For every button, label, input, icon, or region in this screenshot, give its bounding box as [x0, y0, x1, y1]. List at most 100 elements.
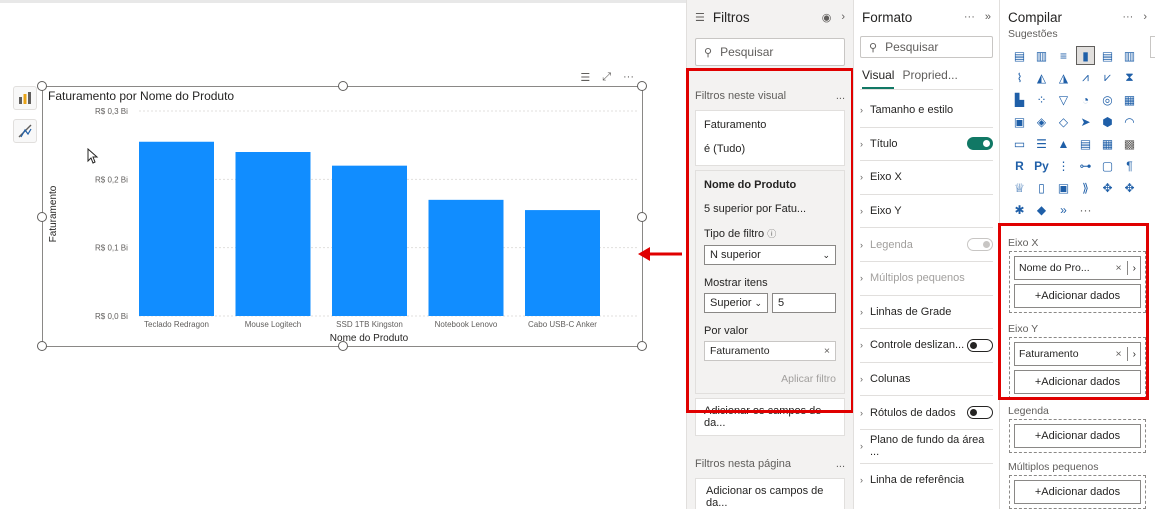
chevron-right-icon[interactable]: › — [1133, 263, 1136, 274]
gauge-icon[interactable]: ◠ — [1120, 112, 1139, 131]
stacked-bar-icon[interactable]: ▤ — [1010, 46, 1029, 65]
by-value-field-well[interactable]: Faturamento × — [704, 341, 836, 361]
apply-filter-button[interactable]: Aplicar filtro — [704, 373, 836, 385]
donut-chart-icon[interactable]: ◎ — [1098, 90, 1117, 109]
analytics-icon[interactable] — [13, 119, 37, 143]
waterfall-icon[interactable]: ▙ — [1010, 90, 1029, 109]
focus-mode-icon[interactable]: ⤢ — [602, 71, 611, 84]
eye-icon[interactable]: ◉ — [822, 11, 832, 24]
more-options-icon[interactable]: ··· — [964, 11, 975, 23]
filter-icon[interactable]: ☰ — [580, 71, 590, 84]
line-clustered-icon[interactable]: ⩗ — [1098, 68, 1117, 87]
add-data-small-multiples-button[interactable]: +Adicionar dados — [1014, 480, 1141, 504]
slicer-icon[interactable]: ▤ — [1076, 134, 1095, 153]
filter-card-faturamento[interactable]: Faturamento é (Tudo) — [695, 110, 845, 166]
treemap-icon[interactable]: ▦ — [1120, 90, 1139, 109]
multi-card-icon[interactable]: ☰ — [1032, 134, 1051, 153]
format-section-reference-line[interactable]: › Linha de referência — [860, 464, 993, 498]
azure-map-icon[interactable]: ➤ — [1076, 112, 1095, 131]
format-section-data-labels[interactable]: › Rótulos de dados — [860, 396, 993, 430]
another-visual-icon[interactable]: ✥ — [1120, 178, 1139, 197]
remove-icon[interactable]: × — [824, 345, 830, 357]
trophy-icon[interactable]: ♕ — [1010, 178, 1029, 197]
arcgis-icon[interactable]: ⬢ — [1098, 112, 1117, 131]
key-influencers-icon[interactable]: ⋮ — [1054, 156, 1073, 175]
x-axis-field[interactable]: Nome do Pro... × › — [1014, 256, 1141, 280]
tab-visual[interactable]: Visual — [862, 68, 895, 89]
scatter-icon[interactable]: ⁘ — [1032, 90, 1051, 109]
diamond-icon[interactable]: ◆ — [1032, 200, 1051, 219]
card-icon[interactable]: ▭ — [1010, 134, 1029, 153]
show-items-direction-dropdown[interactable]: Superior ⌄ — [704, 293, 768, 313]
format-section-size-style[interactable]: › Tamanho e estilo — [860, 94, 993, 128]
pie-chart-icon[interactable]: ◔ — [1076, 90, 1095, 109]
filled-map-icon[interactable]: ◈ — [1032, 112, 1051, 131]
r-visual-icon[interactable]: R — [1010, 156, 1029, 175]
chevron-right-icon[interactable]: › — [1133, 349, 1136, 360]
data-labels-toggle[interactable] — [967, 406, 993, 420]
filter-type-dropdown[interactable]: N superior ⌄ — [704, 245, 836, 265]
filter-card-nome-produto[interactable]: Nome do Produto 5 superior por Fatu... T… — [695, 170, 845, 394]
kpi-icon[interactable]: ▲ — [1054, 134, 1073, 153]
100-column-icon[interactable]: ▥ — [1120, 46, 1139, 65]
format-section-columns[interactable]: › Colunas — [860, 363, 993, 397]
slider-toggle[interactable] — [967, 338, 993, 352]
legend-toggle[interactable] — [967, 238, 993, 252]
ribbon-chart-icon[interactable]: ⧗ — [1120, 68, 1139, 87]
stacked-area-icon[interactable]: ◮ — [1054, 68, 1073, 87]
resize-handle-bottom[interactable] — [338, 341, 348, 351]
smart-narrative-icon[interactable]: ¶ — [1120, 156, 1139, 175]
shape-map-icon[interactable]: ◇ — [1054, 112, 1073, 131]
format-section-plot-background[interactable]: › Plano de fundo da área ... — [860, 430, 993, 464]
format-search-input[interactable]: ⚲ Pesquisar — [860, 36, 993, 58]
format-section-gridlines[interactable]: › Linhas de Grade — [860, 296, 993, 330]
chevron-icon[interactable]: » — [1054, 200, 1073, 219]
resize-handle-top[interactable] — [338, 81, 348, 91]
format-section-y-axis[interactable]: › Eixo Y — [860, 195, 993, 229]
clustered-bar-icon[interactable]: ≡ — [1054, 46, 1073, 65]
more-options-icon[interactable]: ··· — [1122, 11, 1133, 23]
resize-handle-right[interactable] — [637, 212, 647, 222]
decomposition-tree-icon[interactable]: ⊶ — [1076, 156, 1095, 175]
filters-search-input[interactable]: ⚲ Pesquisar — [695, 38, 845, 66]
100-bar-icon[interactable]: ▤ — [1098, 46, 1117, 65]
resize-handle-tl[interactable] — [37, 81, 47, 91]
stacked-column-icon[interactable]: ▥ — [1032, 46, 1051, 65]
resize-handle-bl[interactable] — [37, 341, 47, 351]
remove-icon[interactable]: × — [1116, 262, 1122, 274]
line-column-icon[interactable]: ⩘ — [1076, 68, 1095, 87]
power-automate-icon[interactable]: ⟫ — [1076, 178, 1095, 197]
remove-icon[interactable]: × — [1116, 348, 1122, 360]
add-fields-visual[interactable]: Adicionar os campos de da... — [695, 398, 845, 436]
add-data-legend-button[interactable]: +Adicionar dados — [1014, 424, 1141, 448]
tab-properties[interactable]: Propried... — [902, 68, 957, 89]
clustered-column-icon[interactable]: ▮ — [1076, 46, 1095, 65]
format-section-small-multiples[interactable]: › Múltiplos pequenos — [860, 262, 993, 296]
more-options-icon[interactable]: ... — [836, 90, 845, 102]
chart-type-icon[interactable] — [13, 86, 37, 110]
show-items-count-input[interactable]: 5 — [772, 293, 836, 313]
area-chart-icon[interactable]: ◭ — [1032, 68, 1051, 87]
funnel-icon[interactable]: ▽ — [1054, 90, 1073, 109]
resize-handle-left[interactable] — [37, 212, 47, 222]
more-options-icon[interactable]: ··· — [623, 71, 634, 84]
lightbulb-icon[interactable]: ✱ — [1010, 200, 1029, 219]
bar-chart-visual[interactable]: ☰ ⤢ ··· Faturamento por Nome do Produto … — [37, 71, 647, 351]
paginated-report-icon[interactable]: ▯ — [1032, 178, 1051, 197]
resize-handle-tr[interactable] — [637, 81, 647, 91]
add-fields-page[interactable]: Adicionar os campos de da... — [695, 478, 845, 509]
format-section-slider[interactable]: › Controle deslizan... — [860, 329, 993, 363]
collapse-chevron-icon[interactable]: › — [1143, 11, 1147, 23]
resize-handle-br[interactable] — [637, 341, 647, 351]
matrix-icon[interactable]: ▩ — [1120, 134, 1139, 153]
add-data-y-button[interactable]: +Adicionar dados — [1014, 370, 1141, 394]
format-section-title[interactable]: › Título — [860, 128, 993, 162]
python-visual-icon[interactable]: Py — [1032, 156, 1051, 175]
map-icon[interactable]: ▣ — [1010, 112, 1029, 131]
expand-chevron-icon[interactable]: » — [985, 11, 991, 23]
table-icon[interactable]: ▦ — [1098, 134, 1117, 153]
collapse-chevron-icon[interactable]: › — [841, 11, 845, 23]
title-toggle[interactable] — [967, 137, 993, 151]
qa-icon[interactable]: ▢ — [1098, 156, 1117, 175]
more-visuals-icon[interactable]: ··· — [1076, 200, 1095, 219]
